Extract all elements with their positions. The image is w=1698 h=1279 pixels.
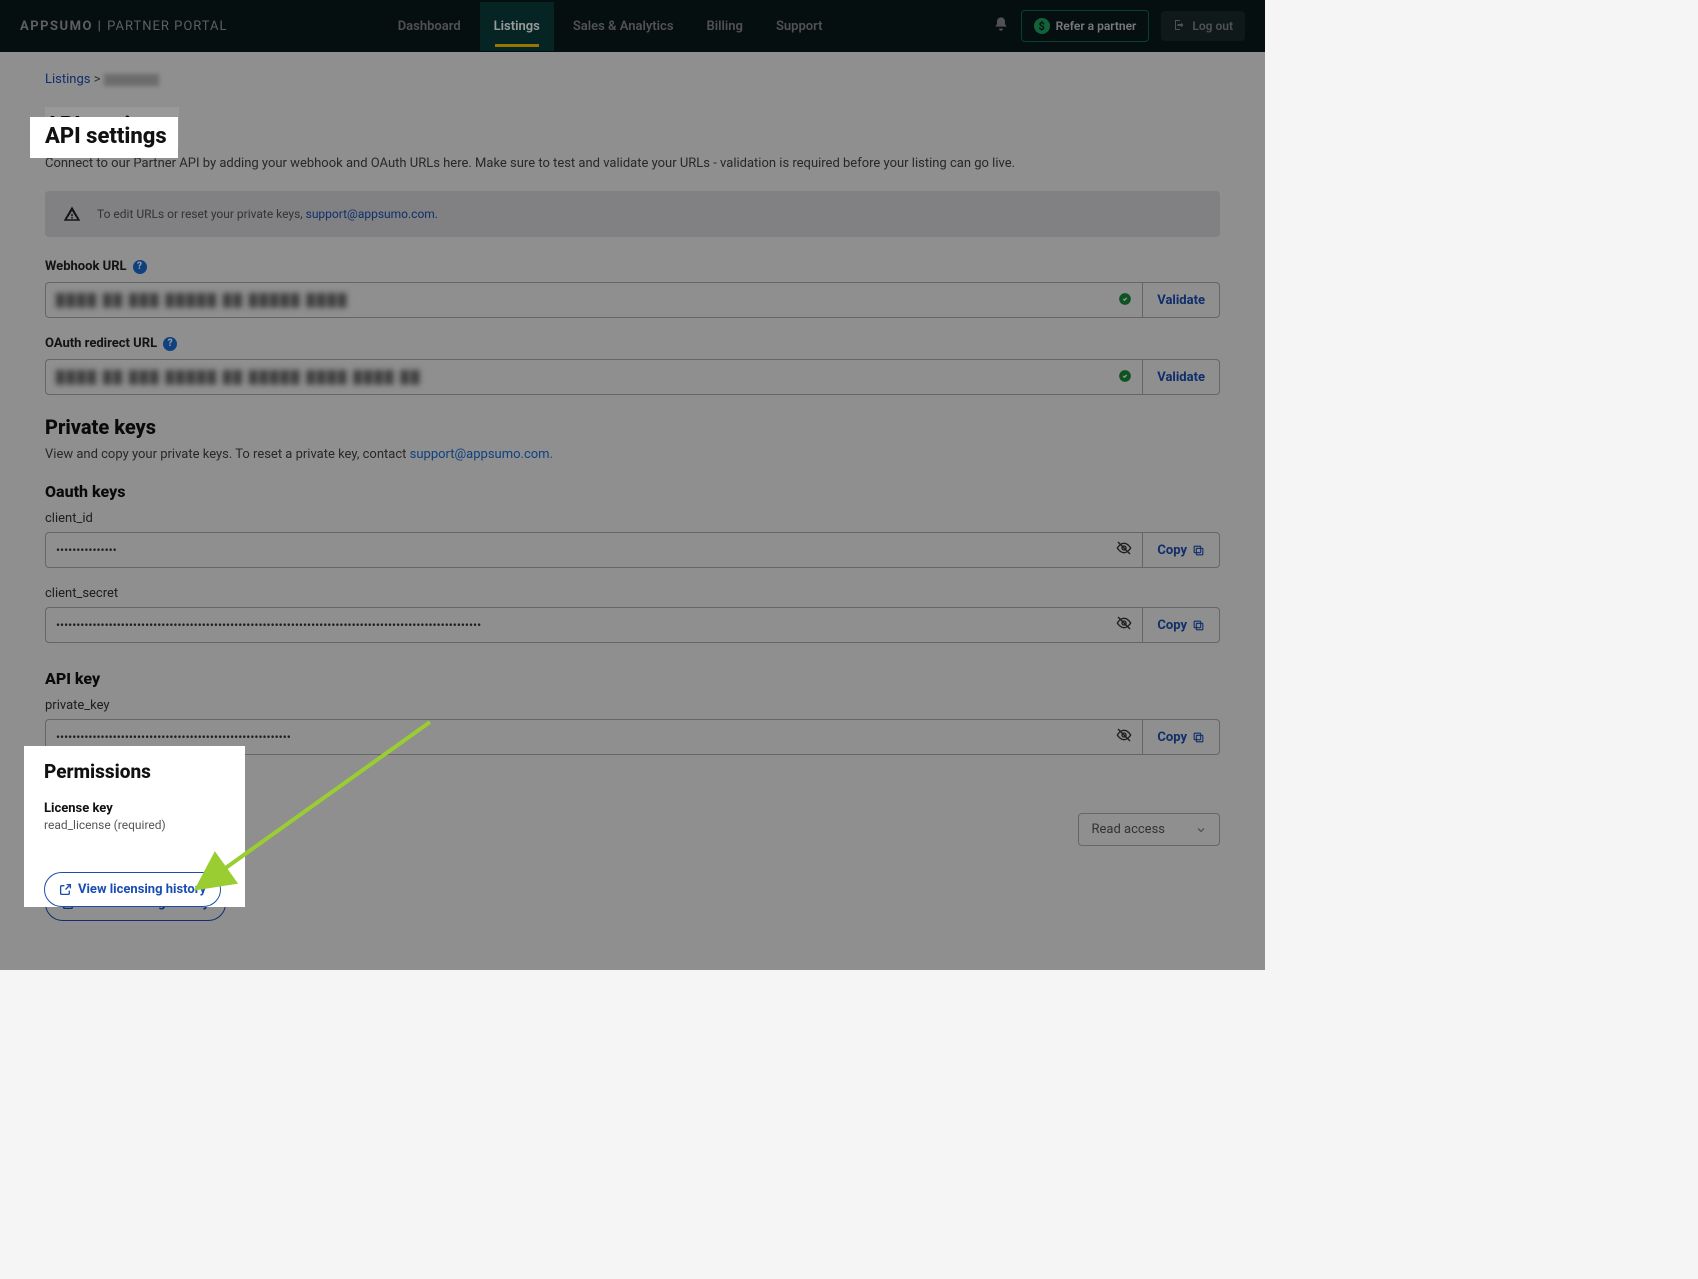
- private-key-value: ••••••••••••••••••••••••••••••••••••••••…: [56, 730, 291, 744]
- warning-icon: [63, 205, 81, 223]
- eye-off-icon[interactable]: [1116, 727, 1132, 747]
- validate-webhook-button[interactable]: Validate: [1142, 282, 1220, 318]
- license-key-perm: License key read_license (required): [45, 813, 167, 844]
- nav-sales-analytics[interactable]: Sales & Analytics: [559, 2, 688, 51]
- top-right-actions: $ Refer a partner Log out: [993, 10, 1245, 42]
- client-id-row: ••••••••••••••• Copy: [45, 532, 1220, 568]
- copy-private-key-button[interactable]: Copy: [1142, 719, 1220, 755]
- breadcrumb-current-redacted: [104, 74, 159, 86]
- read-access-dropdown[interactable]: Read access: [1078, 813, 1220, 846]
- oauth-url-label: OAuth redirect URL ?: [45, 336, 1220, 351]
- private-key-label: private_key: [45, 698, 1220, 713]
- view-licensing-history-button[interactable]: View licensing history: [45, 886, 226, 921]
- client-id-input[interactable]: •••••••••••••••: [45, 532, 1142, 568]
- main-nav: Dashboard Listings Sales & Analytics Bil…: [384, 2, 837, 51]
- client-id-value: •••••••••••••••: [56, 543, 117, 557]
- private-key-input[interactable]: ••••••••••••••••••••••••••••••••••••••••…: [45, 719, 1142, 755]
- eye-off-icon[interactable]: [1116, 615, 1132, 635]
- copy-icon: [1192, 731, 1205, 744]
- nav-dashboard[interactable]: Dashboard: [384, 2, 475, 51]
- private-keys-heading: Private keys: [45, 415, 1220, 439]
- webhook-url-value-redacted: ████ ██ ███ █████ ██ █████ ████: [56, 293, 348, 307]
- nav-listings[interactable]: Listings: [480, 2, 554, 51]
- client-secret-value: ••••••••••••••••••••••••••••••••••••••••…: [56, 618, 481, 632]
- nav-support[interactable]: Support: [762, 2, 837, 51]
- page-title: API settings: [45, 107, 179, 146]
- brand-sep: |: [98, 19, 103, 34]
- alert-text: To edit URLs or reset your private keys,…: [97, 207, 438, 221]
- view-history-label: View licensing history: [81, 896, 209, 911]
- notifications-icon[interactable]: [993, 16, 1009, 36]
- copy-client-secret-button[interactable]: Copy: [1142, 607, 1220, 643]
- main-content: Listings > API settings Connect to our P…: [0, 52, 1265, 970]
- support-email-link[interactable]: support@appsumo.com.: [410, 447, 553, 462]
- info-alert: To edit URLs or reset your private keys,…: [45, 191, 1220, 237]
- oauth-keys-heading: Oauth keys: [45, 482, 1220, 501]
- nav-billing[interactable]: Billing: [693, 2, 757, 51]
- external-link-icon: [62, 897, 75, 910]
- chevron-down-icon: [1195, 824, 1207, 836]
- oauth-url-value-redacted: ████ ██ ███ █████ ██ █████ ████ ████ ██: [56, 370, 421, 384]
- copy-client-id-button[interactable]: Copy: [1142, 532, 1220, 568]
- page-subtitle: Connect to our Partner API by adding you…: [45, 156, 1220, 171]
- refer-label: Refer a partner: [1056, 19, 1137, 33]
- private-keys-sub: View and copy your private keys. To rese…: [45, 447, 1220, 462]
- refer-partner-button[interactable]: $ Refer a partner: [1021, 10, 1150, 42]
- client-secret-input[interactable]: ••••••••••••••••••••••••••••••••••••••••…: [45, 607, 1142, 643]
- validated-check-icon: [1118, 368, 1132, 387]
- brand-portal: PARTNER PORTAL: [107, 19, 227, 34]
- read-access-label: Read access: [1091, 822, 1165, 837]
- help-icon[interactable]: ?: [163, 337, 177, 351]
- webhook-url-input[interactable]: ████ ██ ███ █████ ██ █████ ████: [45, 282, 1142, 318]
- client-secret-row: ••••••••••••••••••••••••••••••••••••••••…: [45, 607, 1220, 643]
- license-key-title: License key: [45, 813, 167, 828]
- app-window: APPSUMO | PARTNER PORTAL Dashboard Listi…: [0, 0, 1265, 970]
- top-nav-bar: APPSUMO | PARTNER PORTAL Dashboard Listi…: [0, 0, 1265, 52]
- validate-oauth-button[interactable]: Validate: [1142, 359, 1220, 395]
- validated-check-icon: [1118, 291, 1132, 310]
- api-key-heading: API key: [45, 669, 1220, 688]
- help-icon[interactable]: ?: [133, 260, 147, 274]
- breadcrumb: Listings >: [45, 72, 1220, 87]
- client-secret-label: client_secret: [45, 586, 1220, 601]
- private-key-row: ••••••••••••••••••••••••••••••••••••••••…: [45, 719, 1220, 755]
- alert-email-link[interactable]: support@appsumo.com.: [306, 207, 438, 221]
- brand-logo: APPSUMO | PARTNER PORTAL: [20, 19, 228, 34]
- breadcrumb-sep: >: [94, 72, 101, 87]
- permissions-heading: Permissions: [45, 781, 1220, 805]
- logout-label: Log out: [1192, 19, 1233, 33]
- brand-app: APPSUMO: [20, 19, 93, 34]
- oauth-url-row: ████ ██ ███ █████ ██ █████ ████ ████ ██ …: [45, 359, 1220, 395]
- client-id-label: client_id: [45, 511, 1220, 526]
- breadcrumb-listings[interactable]: Listings: [45, 72, 90, 87]
- oauth-url-input[interactable]: ████ ██ ███ █████ ██ █████ ████ ████ ██: [45, 359, 1142, 395]
- permissions-row: License key read_license (required) Read…: [45, 813, 1220, 846]
- copy-icon: [1192, 544, 1205, 557]
- webhook-url-row: ████ ██ ███ █████ ██ █████ ████ Validate: [45, 282, 1220, 318]
- coin-icon: $: [1034, 18, 1050, 34]
- copy-icon: [1192, 619, 1205, 632]
- license-key-desc: read_license (required): [45, 830, 167, 844]
- logout-button[interactable]: Log out: [1161, 11, 1245, 41]
- eye-off-icon[interactable]: [1116, 540, 1132, 560]
- webhook-url-label: Webhook URL ?: [45, 259, 1220, 274]
